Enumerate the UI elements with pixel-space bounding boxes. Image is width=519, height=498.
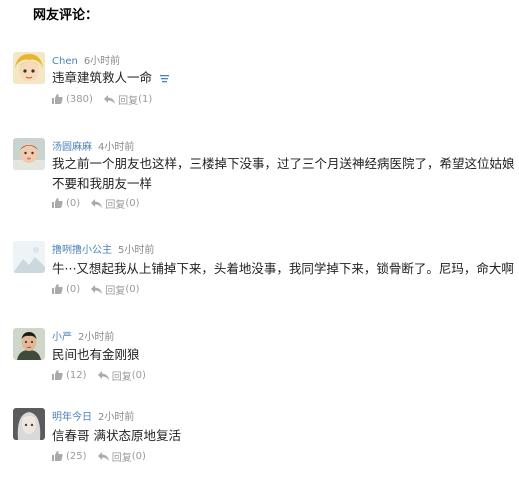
reply-count: (0) bbox=[125, 198, 140, 209]
section-title: 网友评论： bbox=[33, 8, 99, 23]
reply-arrow-icon bbox=[97, 452, 109, 461]
comment-time: 2小时前 bbox=[78, 332, 115, 343]
reply-button[interactable]: 回复 (0) bbox=[97, 368, 146, 383]
like-button[interactable]: (12) bbox=[52, 370, 87, 381]
thumbs-up-icon bbox=[52, 451, 63, 461]
comment-username[interactable]: 小严 bbox=[52, 332, 72, 343]
avatar[interactable] bbox=[13, 241, 45, 273]
comment-item: 明年今日 2小时前 信春哥 满状态原地复活 (25) 回复 (0) bbox=[0, 404, 519, 498]
thumbs-up-icon bbox=[52, 198, 63, 208]
avatar[interactable] bbox=[13, 408, 45, 440]
comment-item: Chen 6小时前 违章建筑救人一命 (380) 回复 (1) bbox=[0, 48, 519, 142]
reply-arrow-icon bbox=[104, 95, 116, 104]
comment-time: 5小时前 bbox=[118, 245, 155, 256]
reply-arrow-icon bbox=[97, 371, 109, 380]
like-count: (0) bbox=[66, 197, 81, 209]
reply-button[interactable]: 回复 (0) bbox=[91, 282, 140, 297]
thumbs-up-icon bbox=[52, 370, 63, 380]
comment-time: 2小时前 bbox=[98, 412, 135, 423]
comment-text: 违章建筑救人一命 bbox=[52, 68, 517, 89]
avatar[interactable] bbox=[13, 52, 45, 84]
reply-button[interactable]: 回复 (0) bbox=[91, 196, 140, 211]
like-count: (25) bbox=[66, 450, 87, 462]
reply-button[interactable]: 回复 (1) bbox=[104, 92, 152, 107]
comment-username[interactable]: 汤圆麻麻 bbox=[52, 142, 92, 153]
reply-button[interactable]: 回复 (0) bbox=[97, 449, 146, 464]
reply-count: (1) bbox=[138, 94, 153, 105]
reply-arrow-icon bbox=[91, 285, 103, 294]
avatar[interactable] bbox=[13, 328, 45, 360]
comment-time: 4小时前 bbox=[98, 142, 135, 153]
comment-username[interactable]: 明年今日 bbox=[52, 412, 92, 423]
like-count: (12) bbox=[66, 369, 87, 381]
thumbs-up-icon bbox=[52, 94, 63, 104]
reply-arrow-icon bbox=[91, 199, 103, 208]
comment-text: 信春哥 满状态原地复活 bbox=[52, 428, 181, 443]
like-count: (0) bbox=[66, 283, 81, 295]
like-button[interactable]: (380) bbox=[52, 94, 93, 105]
comment-item: 撸咧撸小公主 5小时前 牛···又想起我从上铺掉下来，头着地没事，我同学掉下来，锁… bbox=[0, 237, 519, 331]
reply-count: (0) bbox=[125, 284, 140, 295]
like-button[interactable]: (0) bbox=[52, 198, 80, 209]
like-button[interactable]: (0) bbox=[52, 284, 80, 295]
reply-count: (0) bbox=[131, 370, 146, 381]
comment-time: 6小时前 bbox=[83, 56, 121, 67]
reply-count: (0) bbox=[131, 451, 146, 462]
comment-item: 汤圆麻麻 4小时前 我之前一个朋友也这样，三楼掉下没事，过了三个月送神经病医院了，… bbox=[0, 134, 519, 228]
menu-lines-icon[interactable] bbox=[160, 69, 170, 89]
avatar[interactable] bbox=[13, 138, 45, 170]
comment-text: 我之前一个朋友也这样，三楼掉下没事，过了三个月送神经病医院了，希望这位姑娘不要和… bbox=[52, 156, 515, 191]
comment-text: 牛···又想起我从上铺掉下来，头着地没事，我同学掉下来，锁骨断了。尼玛，命大啊 bbox=[52, 261, 514, 276]
comment-username[interactable]: Chen bbox=[52, 56, 78, 67]
thumbs-up-icon bbox=[52, 284, 63, 294]
like-button[interactable]: (25) bbox=[52, 451, 87, 462]
comment-text: 民间也有金刚狼 bbox=[52, 347, 140, 362]
like-count: (380) bbox=[66, 93, 93, 105]
comment-username[interactable]: 撸咧撸小公主 bbox=[52, 245, 112, 256]
